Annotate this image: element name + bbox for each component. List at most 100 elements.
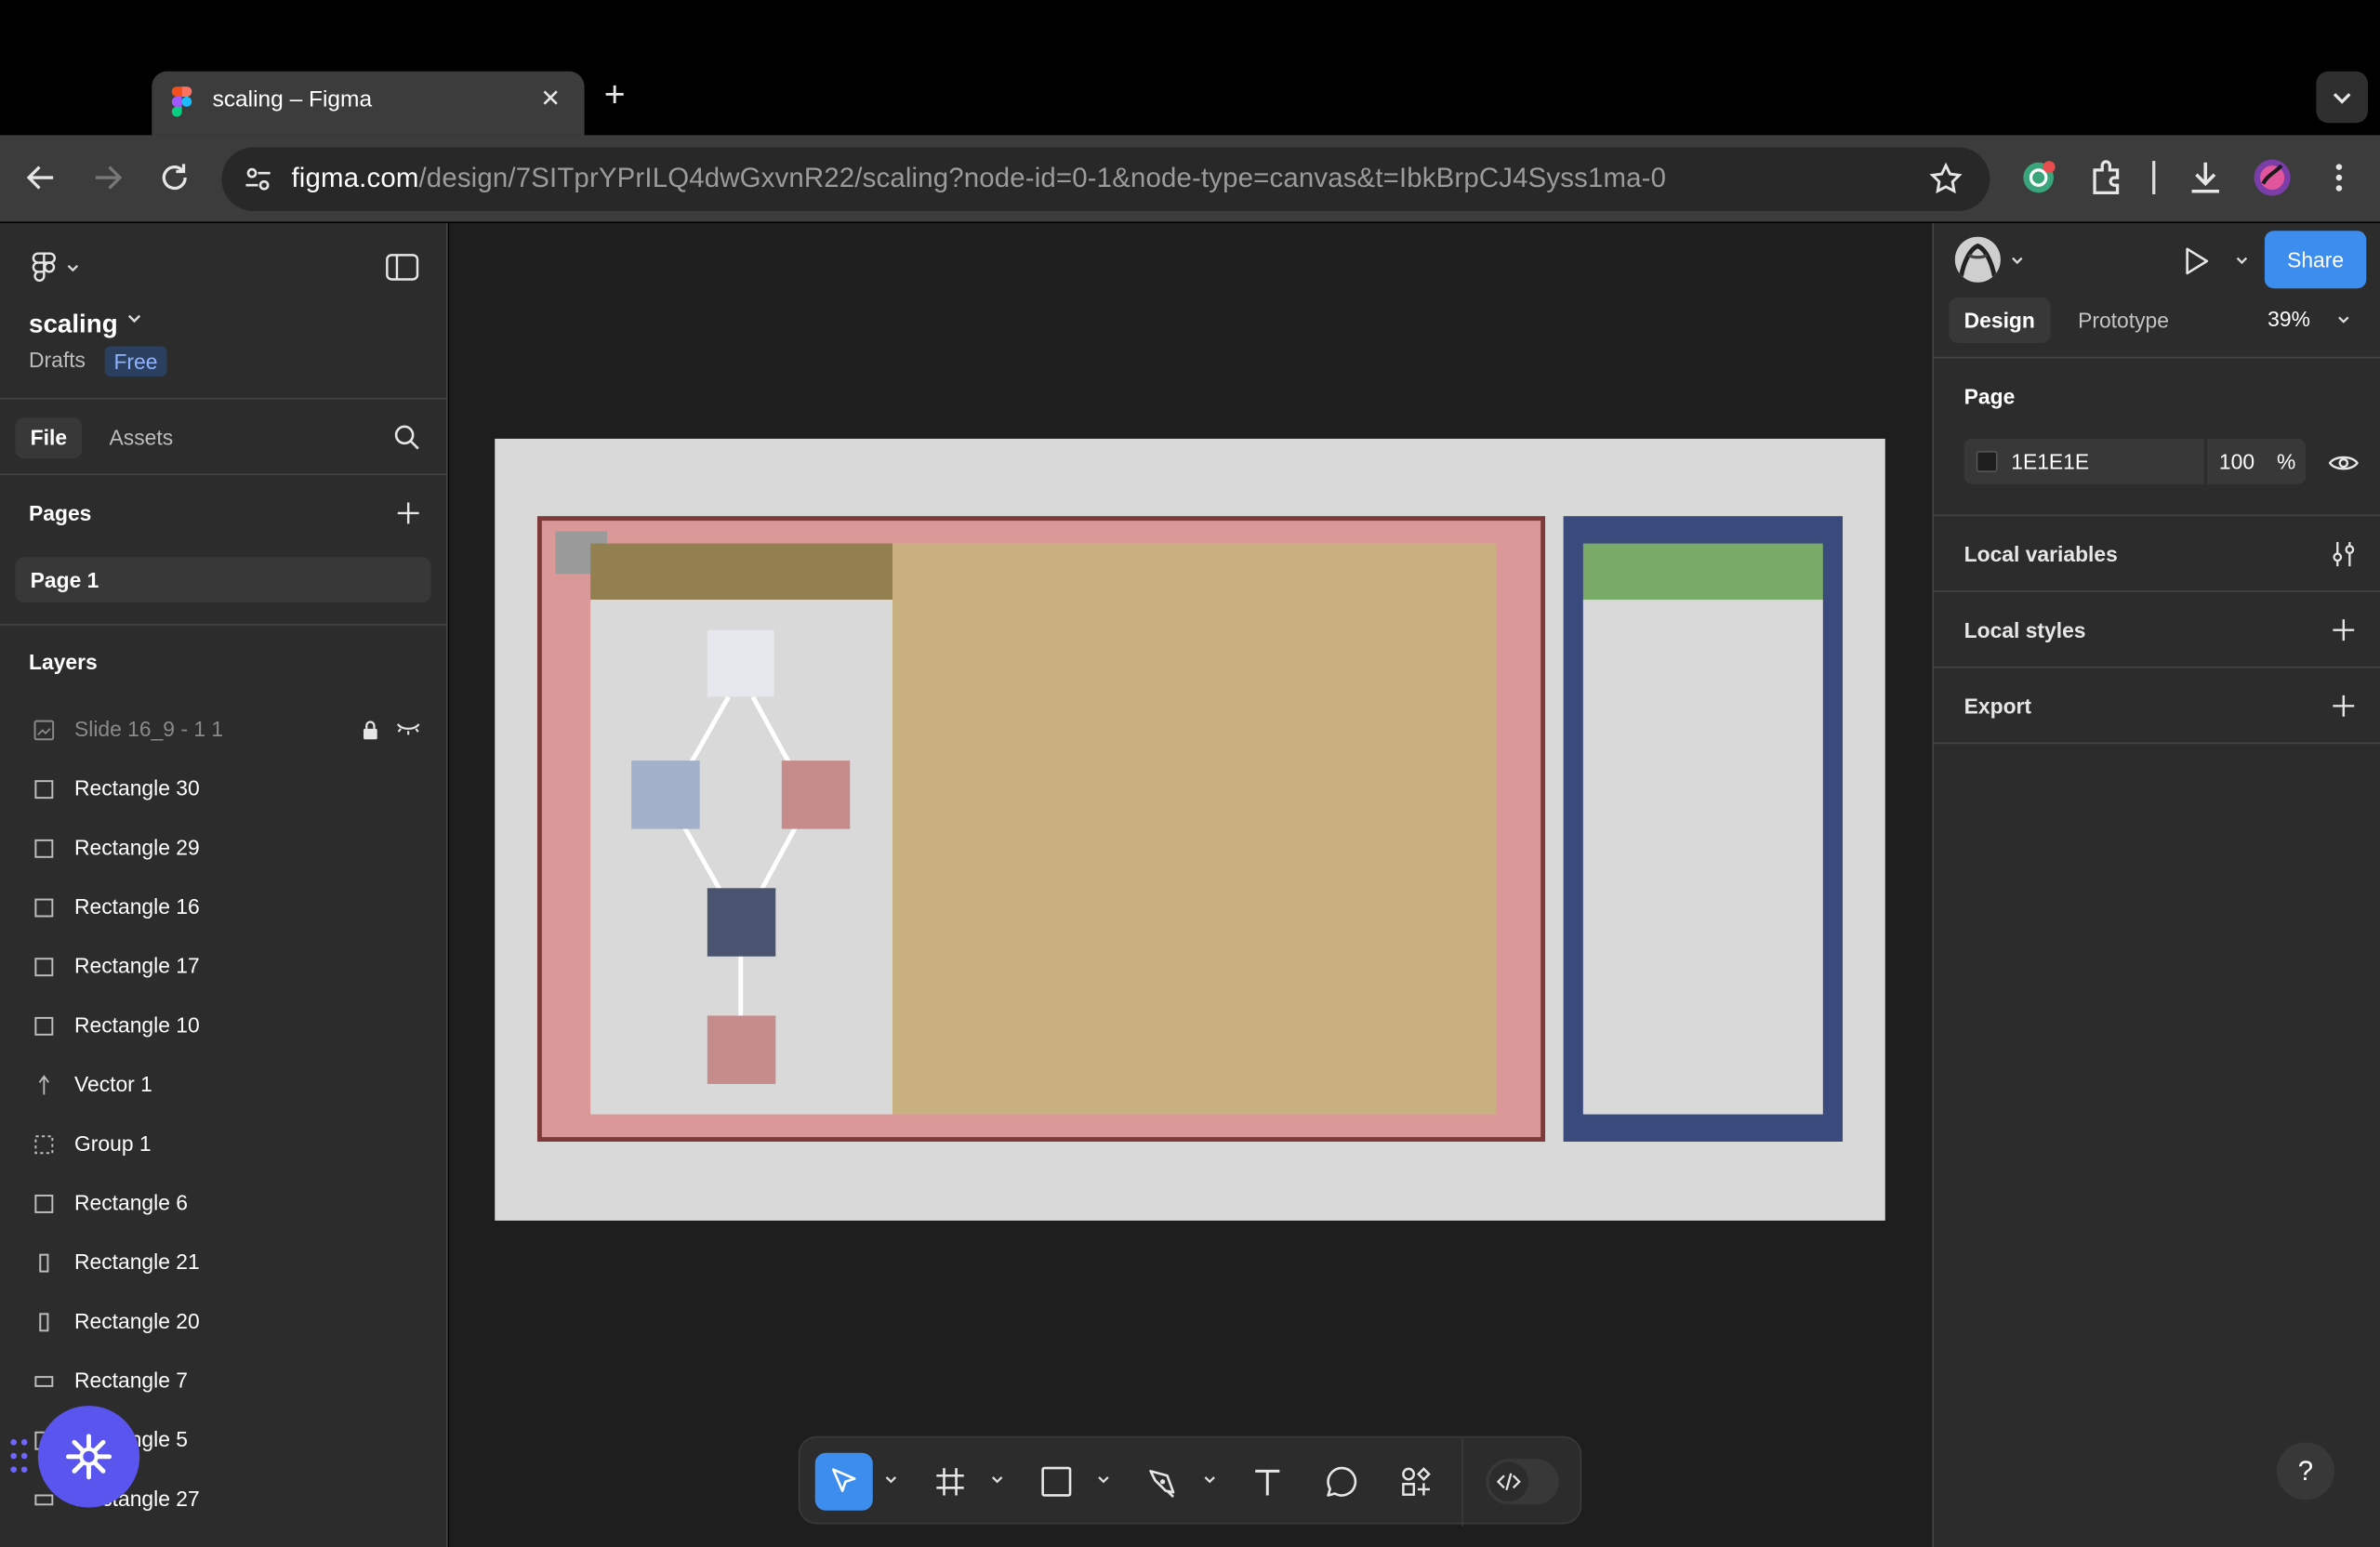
search-icon[interactable] [393,424,420,451]
layer-label: Rectangle 16 [73,893,200,919]
plan-badge[interactable]: Free [104,346,167,377]
canvas-node-right[interactable] [781,760,851,829]
profile-avatar-icon[interactable] [2251,156,2294,199]
layer-row[interactable]: Rectangle 29 [0,818,446,878]
url-text[interactable]: figma.com/design/7SITprYPrILQ4dwGxvnR22/… [291,163,1666,194]
tab-assets[interactable]: Assets [94,417,188,458]
chevron-down-icon[interactable] [989,1474,1004,1487]
file-name[interactable]: scaling [29,310,118,340]
variables-sliders-icon[interactable] [2328,539,2359,570]
frame-tool-button[interactable] [921,1453,979,1511]
share-button[interactable]: Share [2264,231,2367,289]
zoom-level[interactable]: 39% [2268,307,2310,331]
layer-label: Vector 1 [73,1071,152,1097]
opacity-unit: % [2276,449,2296,474]
canvas-node-left[interactable] [631,760,700,829]
canvas-rect-tan-content[interactable] [892,543,1497,1115]
dev-mode-toggle[interactable] [1486,1459,1559,1505]
chevron-down-icon[interactable] [1096,1474,1111,1487]
layer-row[interactable]: Rectangle 30 [0,759,446,818]
eye-closed-icon[interactable] [396,721,420,736]
group-icon [34,1135,54,1155]
layer-row[interactable]: Rectangle 20 [0,1292,446,1352]
add-plus-icon[interactable] [2328,691,2359,721]
add-plus-icon[interactable] [2328,615,2359,645]
back-arrow-icon[interactable] [22,159,59,195]
local-styles-label[interactable]: Local styles [1964,618,2086,642]
extension-badge-icon[interactable] [2017,156,2060,199]
comment-tool-button[interactable] [1313,1453,1370,1511]
address-bar[interactable]: figma.com/design/7SITprYPrILQ4dwGxvnR22/… [221,147,1990,211]
plugin-launcher-button[interactable] [37,1406,140,1508]
tab-search-button[interactable] [2316,71,2368,124]
tab-design[interactable]: Design [1949,298,2051,344]
lock-icon[interactable] [362,720,380,741]
layer-row[interactable]: Rectangle 21 [0,1233,446,1292]
pen-nib-icon [1149,1470,1175,1499]
forward-arrow-icon[interactable] [89,159,126,195]
tab-prototype[interactable]: Prototype [2063,298,2185,343]
divider [1933,666,2380,668]
bookmark-star-icon[interactable] [1927,161,1964,197]
actions-tool-button[interactable] [1387,1453,1445,1511]
add-page-plus-icon[interactable] [394,499,421,526]
play-icon[interactable] [2181,245,2212,278]
chevron-down-icon[interactable] [127,314,141,324]
rectangle-icon [34,1016,54,1036]
page-item-label: Page 1 [30,567,99,592]
new-tab-button[interactable]: + [604,75,626,115]
local-variables-label[interactable]: Local variables [1964,542,2118,566]
chevron-down-icon[interactable] [883,1474,898,1487]
page-opacity-field[interactable]: 100 % [2206,438,2306,484]
layer-row[interactable]: Rectangle 6 [0,1173,446,1233]
drag-handle-icon[interactable] [9,1436,31,1475]
file-location[interactable]: Drafts [29,348,86,372]
cursor-arrow-icon [832,1468,856,1492]
opacity-value[interactable]: 100 [2219,449,2254,473]
browser-tabstrip: scaling – Figma ✕ + [0,0,2380,136]
canvas-node-top[interactable] [707,629,774,697]
chevron-down-icon[interactable] [2336,314,2351,326]
tab-file[interactable]: File [15,417,83,459]
rectangle-icon [34,839,54,858]
rectangle-tool-button[interactable] [1027,1453,1085,1511]
download-icon[interactable] [2184,156,2227,199]
tab-close-icon[interactable]: ✕ [540,84,561,114]
sidebar-toggle-icon[interactable] [386,254,419,281]
chevron-down-icon[interactable] [2234,255,2249,267]
layer-row[interactable]: Rectangle 17 [0,937,446,997]
layer-row[interactable]: Vector 1 [0,1055,446,1115]
design-canvas[interactable] [449,223,1933,1547]
browser-tab[interactable]: scaling – Figma ✕ [152,71,585,136]
eye-icon[interactable] [2328,448,2359,479]
layer-row[interactable]: Rectangle 16 [0,878,446,937]
layer-row[interactable]: Rectangle 10 [0,996,446,1055]
browser-menu-icon[interactable] [2318,156,2360,199]
canvas-rect-olive-header[interactable] [590,543,892,601]
pen-tool-button[interactable] [1134,1453,1192,1511]
extensions-puzzle-icon[interactable] [2085,156,2128,199]
page-item[interactable]: Page 1 [15,557,431,603]
chevron-down-icon[interactable] [1202,1474,1217,1487]
page-color-field[interactable]: 1E1E1E [1964,438,2204,484]
canvas-rect-green-header[interactable] [1582,543,1823,601]
slide-frame[interactable] [495,438,1885,1221]
layer-row[interactable]: Group 1 [0,1115,446,1174]
code-icon [1496,1473,1521,1491]
help-button[interactable]: ? [2276,1442,2335,1501]
text-tool-button[interactable] [1238,1453,1296,1511]
avatar[interactable] [1954,236,2001,283]
canvas-rect-light-body[interactable] [1582,600,1823,1115]
move-tool-button[interactable] [814,1452,873,1511]
layer-row[interactable]: Slide 16_9 - 1 1 [0,700,446,760]
page-color-hex[interactable]: 1E1E1E [2011,449,2089,473]
site-settings-icon[interactable] [243,164,273,194]
canvas-node-bottom[interactable] [707,1015,776,1084]
chevron-down-icon[interactable] [2010,255,2025,267]
color-swatch[interactable] [1976,450,1998,472]
main-menu-button[interactable] [31,252,79,285]
reload-icon[interactable] [156,159,192,195]
export-label[interactable]: Export [1964,694,2031,718]
canvas-node-center[interactable] [707,888,776,957]
layer-row[interactable]: Rectangle 7 [0,1351,446,1410]
